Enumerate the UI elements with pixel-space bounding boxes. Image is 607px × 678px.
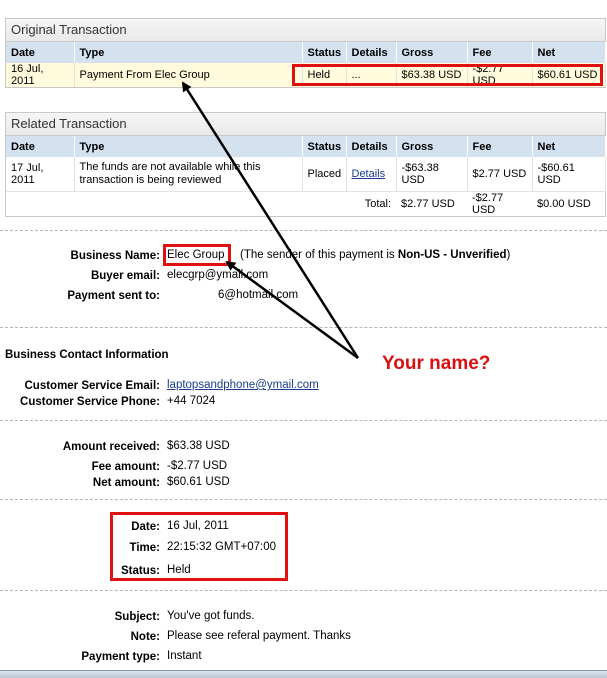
col-details: Details (346, 42, 397, 63)
sender-note-bold: Non-US - Unverified (397, 249, 507, 261)
col-fee: Fee (467, 42, 533, 63)
col-type: Type (74, 42, 303, 63)
cs-email-link[interactable]: laptopsandphone@ymail.com (167, 379, 319, 391)
total-row: Total: $2.77 USD -$2.77 USD $0.00 USD (6, 192, 605, 216)
related-transaction-title: Related Transaction (6, 113, 605, 136)
your-name-annotation: Your name? (382, 353, 491, 374)
net-amount-value: $60.61 USD (167, 476, 230, 488)
divider (0, 327, 607, 328)
total-label: Total: (364, 198, 391, 210)
payment-type-value: Instant (167, 650, 202, 662)
col-status: Status (302, 42, 347, 63)
business-name-label: Business Name: (70, 250, 160, 262)
total-gross: $2.77 USD (401, 198, 455, 210)
col-date: Date (6, 136, 75, 157)
subject-value: You've got funds. (167, 610, 255, 622)
divider (0, 499, 607, 500)
total-net: $0.00 USD (537, 198, 591, 210)
table-row: 17 Jul, 2011 The funds are not available… (6, 157, 606, 192)
highlight-box-name (163, 244, 231, 266)
payment-type-label: Payment type: (81, 651, 160, 663)
related-transaction-panel: Related Transaction Date Type Status Det… (5, 112, 606, 217)
contact-heading: Business Contact Information (5, 349, 169, 361)
col-fee: Fee (467, 136, 533, 157)
cell-gross: -$63.38 USD (396, 157, 468, 192)
cs-email-label: Customer Service Email: (24, 380, 160, 392)
cs-phone-value: +44 7024 (167, 395, 216, 407)
buyer-email-label: Buyer email: (90, 270, 160, 282)
col-date: Date (6, 42, 75, 63)
divider (0, 420, 607, 421)
cell-status: Placed (302, 157, 347, 192)
cell-fee: $2.77 USD (467, 157, 533, 192)
col-status: Status (302, 136, 347, 157)
col-net: Net (532, 136, 606, 157)
highlight-box-row (292, 64, 603, 86)
related-transaction-table: Date Type Status Details Gross Fee Net 1… (6, 136, 606, 216)
net-amount-label: Net amount: (92, 477, 160, 489)
divider (0, 230, 607, 231)
sender-note: (The sender of this payment is Non-US - … (240, 249, 510, 261)
cell-type: The funds are not available while this t… (74, 157, 303, 192)
sent-to-label: Payment sent to: (67, 290, 160, 302)
col-type: Type (74, 136, 303, 157)
col-net: Net (532, 42, 606, 63)
sender-note-prefix: (The sender of this payment is (240, 249, 398, 261)
fee-amount-value: -$2.77 USD (167, 460, 228, 472)
cell-type: Payment From Elec Group (74, 63, 303, 87)
divider (0, 590, 607, 591)
col-gross: Gross (396, 136, 468, 157)
highlight-box-status (110, 512, 288, 581)
amount-received-label: Amount received: (62, 441, 160, 453)
col-details: Details (346, 136, 397, 157)
sender-note-suffix: ) (506, 249, 511, 261)
col-gross: Gross (396, 42, 468, 63)
original-transaction-title: Original Transaction (6, 19, 605, 42)
total-fee: -$2.77 USD (472, 192, 504, 216)
note-value: Please see referal payment. Thanks (167, 630, 351, 642)
cell-net: -$60.61 USD (532, 157, 606, 192)
fee-amount-label: Fee amount: (91, 461, 160, 473)
subject-label: Subject: (114, 611, 160, 623)
sent-to-value: 6@hotmail.com (218, 289, 299, 301)
cell-date: 16 Jul, 2011 (6, 63, 75, 87)
buyer-email-value: elecgrp@ymail.com (167, 269, 269, 281)
cell-date: 17 Jul, 2011 (6, 157, 75, 192)
cs-phone-label: Customer Service Phone: (20, 396, 160, 408)
note-label: Note: (130, 631, 160, 643)
details-link[interactable]: Details (352, 168, 386, 180)
amount-received-value: $63.38 USD (167, 440, 230, 452)
